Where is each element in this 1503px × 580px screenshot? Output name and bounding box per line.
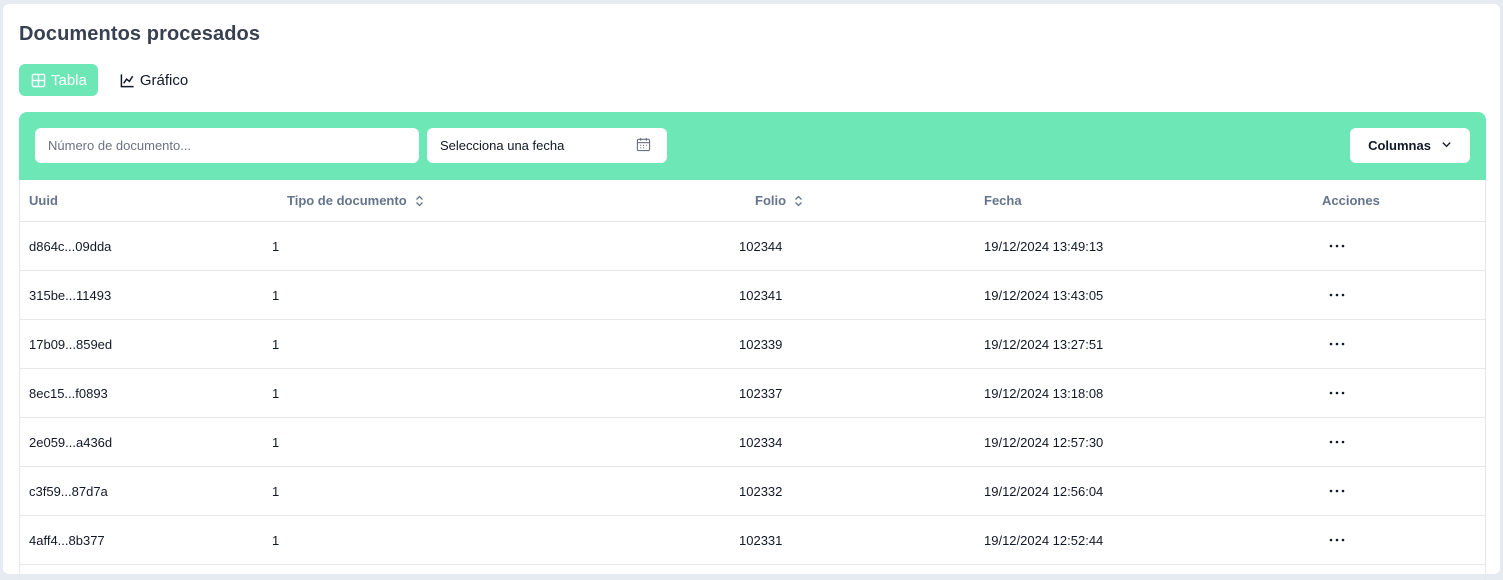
sort-icon[interactable]	[794, 195, 803, 207]
column-header-fecha: Fecha	[984, 193, 1022, 208]
column-header-folio[interactable]: Folio	[755, 180, 803, 221]
row-actions-button[interactable]	[1322, 234, 1352, 258]
table-row: 2e059...a436d 1 102334 19/12/2024 12:57:…	[20, 418, 1485, 467]
calendar-icon	[636, 137, 651, 155]
sort-icon[interactable]	[415, 195, 424, 207]
cell-folio: 102339	[739, 336, 783, 352]
tab-chart[interactable]: Gráfico	[108, 64, 199, 96]
date-picker[interactable]: Selecciona una fecha	[427, 128, 667, 163]
row-actions-button[interactable]	[1322, 283, 1352, 307]
cell-tipo: 1	[272, 287, 280, 303]
table-body: d864c...09dda 1 102344 19/12/2024 13:49:…	[20, 222, 1485, 565]
columns-button-label: Columnas	[1368, 138, 1431, 153]
column-header-acciones: Acciones	[1322, 193, 1380, 208]
cell-tipo: 1	[272, 385, 280, 401]
more-horizontal-icon	[1329, 293, 1345, 297]
view-tabs: Tabla Gráfico	[19, 64, 199, 96]
cell-uuid: d864c...09dda	[29, 238, 112, 254]
more-horizontal-icon	[1329, 489, 1345, 493]
row-actions-button[interactable]	[1322, 479, 1352, 503]
cell-folio: 102332	[739, 483, 783, 499]
documents-card: Documentos procesados Tabla Gráfico Núme…	[3, 4, 1500, 580]
cell-folio: 102337	[739, 385, 783, 401]
column-header-uuid: Uuid	[29, 193, 58, 208]
cell-uuid: c3f59...87d7a	[29, 483, 108, 499]
table-row: 17b09...859ed 1 102339 19/12/2024 13:27:…	[20, 320, 1485, 369]
more-horizontal-icon	[1329, 538, 1345, 542]
cell-folio: 102344	[739, 238, 783, 254]
cell-folio: 102341	[739, 287, 783, 303]
table-row: c3f59...87d7a 1 102332 19/12/2024 12:56:…	[20, 467, 1485, 516]
cell-tipo: 1	[272, 532, 280, 548]
date-picker-label: Selecciona una fecha	[440, 138, 565, 153]
chart-icon	[120, 73, 135, 88]
row-actions-button[interactable]	[1322, 528, 1352, 552]
more-horizontal-icon	[1329, 440, 1345, 444]
tab-table[interactable]: Tabla	[19, 64, 98, 96]
more-horizontal-icon	[1329, 244, 1345, 248]
cell-uuid: 2e059...a436d	[29, 434, 113, 450]
cell-fecha: 19/12/2024 12:56:04	[984, 483, 1104, 499]
cell-uuid: 17b09...859ed	[29, 336, 113, 352]
tab-table-label: Tabla	[51, 71, 87, 89]
more-horizontal-icon	[1329, 342, 1345, 346]
table-row: d864c...09dda 1 102344 19/12/2024 13:49:…	[20, 222, 1485, 271]
cell-fecha: 19/12/2024 13:18:08	[984, 385, 1104, 401]
page-title: Documentos procesados	[19, 23, 261, 45]
cell-folio: 102331	[739, 532, 783, 548]
cell-fecha: 19/12/2024 12:57:30	[984, 434, 1104, 450]
cell-tipo: 1	[272, 483, 280, 499]
chevron-down-icon	[1441, 138, 1452, 153]
cell-tipo: 1	[272, 238, 280, 254]
row-actions-button[interactable]	[1322, 430, 1352, 454]
cell-uuid: 4aff4...8b377	[29, 532, 105, 548]
more-horizontal-icon	[1329, 391, 1345, 395]
row-actions-button[interactable]	[1322, 381, 1352, 405]
cell-uuid: 315be...11493	[29, 287, 112, 303]
columns-button[interactable]: Columnas	[1350, 128, 1470, 163]
cell-fecha: 19/12/2024 13:27:51	[984, 336, 1104, 352]
table-row: 4aff4...8b377 1 102331 19/12/2024 12:52:…	[20, 516, 1485, 565]
cell-fecha: 19/12/2024 12:52:44	[984, 532, 1104, 548]
row-actions-button[interactable]	[1322, 332, 1352, 356]
table-row: 315be...11493 1 102341 19/12/2024 13:43:…	[20, 271, 1485, 320]
cell-uuid: 8ec15...f0893	[29, 385, 108, 401]
cell-folio: 102334	[739, 434, 783, 450]
tab-chart-label: Gráfico	[139, 71, 189, 89]
column-header-tipo[interactable]: Tipo de documento	[287, 180, 424, 221]
cell-tipo: 1	[272, 336, 280, 352]
table-icon	[31, 73, 46, 88]
filter-toolbar: Selecciona una fecha Columnas	[19, 112, 1486, 180]
table-row: 8ec15...f0893 1 102337 19/12/2024 13:18:…	[20, 369, 1485, 418]
document-number-input[interactable]	[35, 128, 419, 163]
cell-fecha: 19/12/2024 13:49:13	[984, 238, 1104, 254]
documents-table: Uuid Tipo de documento Folio Fecha Accio…	[19, 180, 1486, 580]
cell-fecha: 19/12/2024 13:43:05	[984, 287, 1104, 303]
cell-tipo: 1	[272, 434, 280, 450]
table-header: Uuid Tipo de documento Folio Fecha Accio…	[20, 180, 1485, 222]
